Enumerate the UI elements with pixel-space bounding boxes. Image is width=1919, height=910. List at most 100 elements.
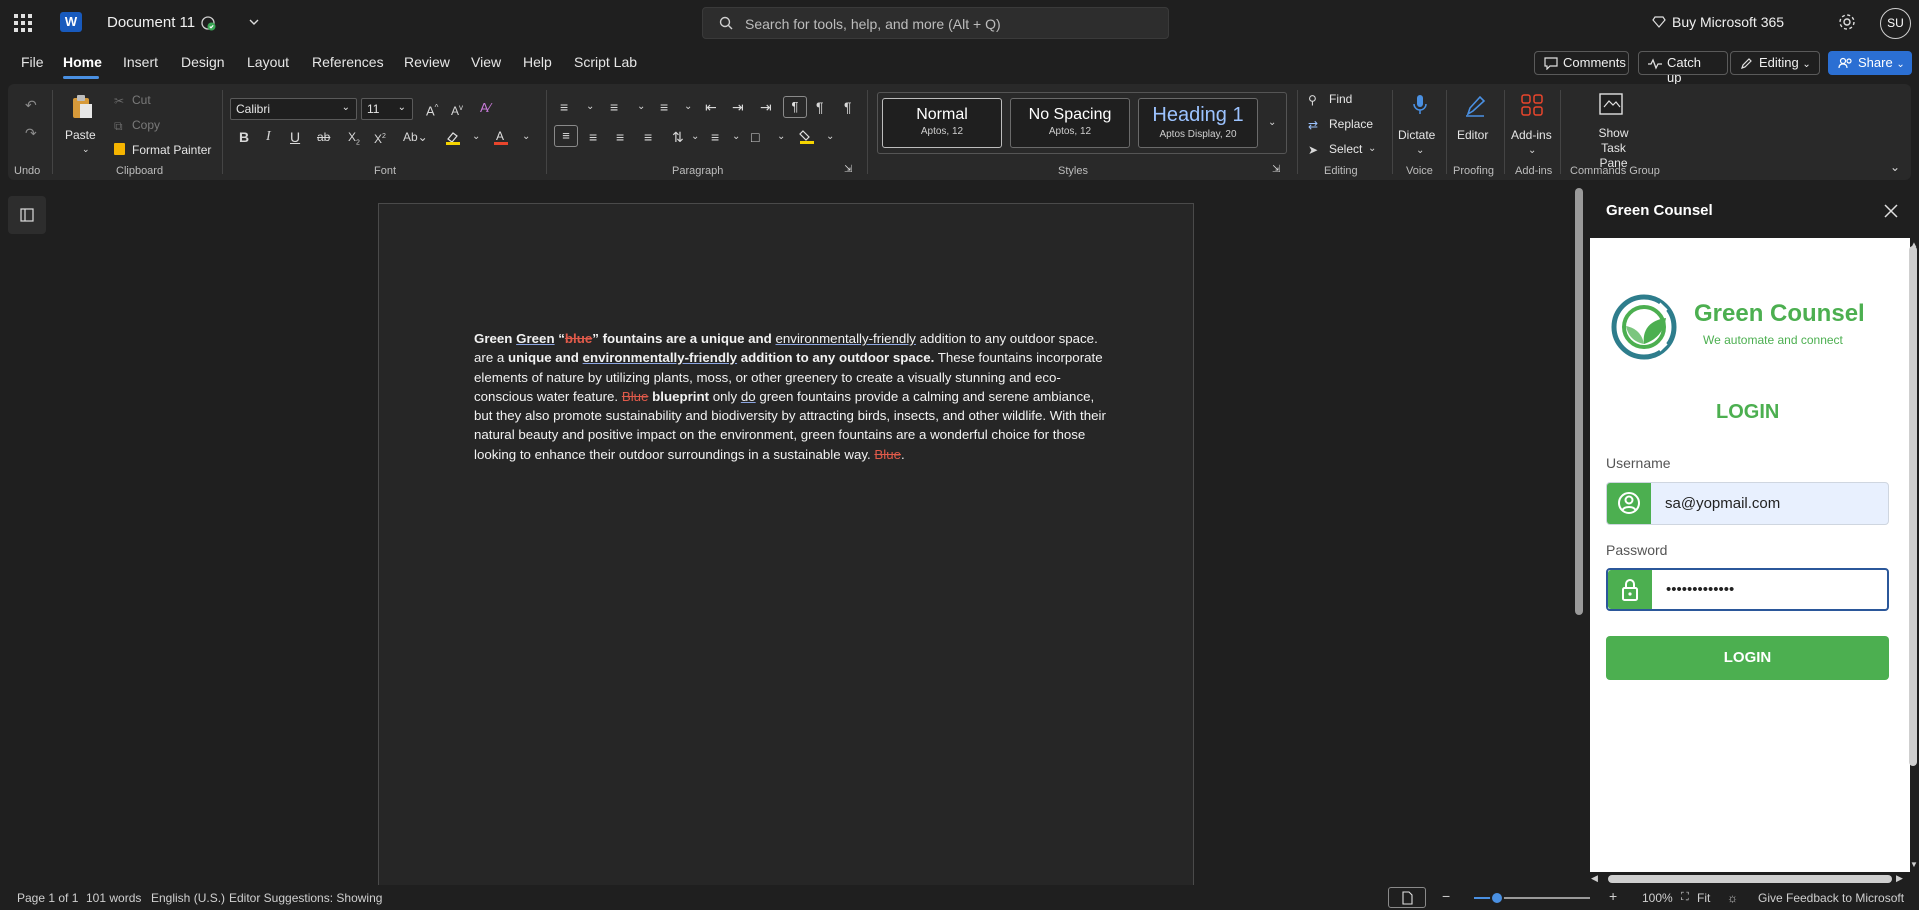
- borders-icon[interactable]: □: [751, 130, 759, 144]
- change-case-icon[interactable]: Ab⌄: [403, 130, 428, 144]
- language-status[interactable]: English (U.S.): [151, 891, 225, 905]
- highlight-icon[interactable]: [445, 131, 461, 145]
- add-ins-grid-icon[interactable]: [1521, 94, 1543, 116]
- shading-icon[interactable]: [799, 129, 815, 144]
- show-formatting-icon[interactable]: ¶: [844, 100, 852, 114]
- style-normal[interactable]: Normal Aptos, 12: [882, 98, 1002, 148]
- replace-button[interactable]: Replace: [1329, 117, 1373, 131]
- fit-button[interactable]: Fit: [1697, 891, 1710, 905]
- line-spacing-icon[interactable]: ⇅: [672, 130, 684, 144]
- zoom-out-icon[interactable]: −: [1442, 888, 1450, 904]
- tab-layout[interactable]: Layout: [247, 54, 289, 70]
- add-ins-button[interactable]: Add-ins: [1511, 128, 1552, 142]
- scroll-up-icon[interactable]: ▲: [1910, 240, 1918, 249]
- style-no-spacing[interactable]: No Spacing Aptos, 12: [1010, 98, 1130, 148]
- document-body[interactable]: Green Green “blue” fountains are a uniqu…: [474, 329, 1106, 464]
- shading-chevron-icon[interactable]: ⌄: [826, 130, 834, 144]
- superscript-icon[interactable]: X2: [374, 130, 386, 146]
- dictate-button[interactable]: Dictate: [1398, 128, 1435, 142]
- tab-view[interactable]: View: [471, 54, 501, 70]
- font-size-combo[interactable]: 11 ⌄: [361, 98, 413, 120]
- password-field[interactable]: [1606, 568, 1889, 611]
- align-right-icon[interactable]: ≡: [616, 130, 624, 144]
- share-button[interactable]: Share ⌄: [1828, 51, 1912, 75]
- undo-icon[interactable]: ↶: [25, 98, 37, 112]
- paragraph-launcher-icon[interactable]: ⇲: [844, 163, 852, 177]
- user-avatar[interactable]: SU: [1880, 8, 1911, 39]
- editing-mode-button[interactable]: Editing ⌄: [1730, 51, 1820, 75]
- align-center-icon[interactable]: ≡: [589, 130, 597, 144]
- brightness-icon[interactable]: ☼: [1727, 891, 1738, 905]
- scroll-down-icon[interactable]: ▼: [1910, 860, 1918, 869]
- tab-home[interactable]: Home: [63, 54, 102, 70]
- increase-indent-alt-icon[interactable]: ⇥: [760, 100, 772, 114]
- tab-design[interactable]: Design: [181, 54, 225, 70]
- subscript-icon[interactable]: X2: [348, 130, 360, 150]
- page-count[interactable]: Page 1 of 1: [17, 891, 78, 905]
- justify-icon[interactable]: ≡: [644, 130, 652, 144]
- word-count[interactable]: 101 words: [86, 891, 141, 905]
- paste-icon[interactable]: [70, 94, 94, 120]
- align-left-icon[interactable]: ≡: [554, 125, 578, 147]
- navigation-pane-button[interactable]: [8, 196, 46, 234]
- dictate-chevron-icon[interactable]: ⌄: [1416, 144, 1424, 158]
- zoom-level[interactable]: 100%: [1642, 891, 1673, 905]
- scroll-right-icon[interactable]: ▶: [1896, 873, 1903, 884]
- italic-icon[interactable]: I: [266, 130, 271, 144]
- search-box[interactable]: Search for tools, help, and more (Alt + …: [702, 7, 1169, 39]
- show-task-pane-icon[interactable]: [1599, 93, 1623, 115]
- give-feedback-link[interactable]: Give Feedback to Microsoft: [1758, 891, 1904, 905]
- multilevel-chevron-icon[interactable]: ⌄: [684, 100, 692, 114]
- task-pane-vertical-scrollbar[interactable]: [1909, 246, 1917, 766]
- style-heading-1[interactable]: Heading 1 Aptos Display, 20: [1138, 98, 1258, 148]
- ltr-paragraph-icon[interactable]: ¶: [783, 96, 807, 118]
- tab-insert[interactable]: Insert: [123, 54, 158, 70]
- tab-script-lab[interactable]: Script Lab: [574, 54, 637, 70]
- editor-button[interactable]: Editor: [1457, 128, 1488, 142]
- username-field[interactable]: [1606, 482, 1889, 525]
- cut-button[interactable]: Cut: [132, 93, 151, 107]
- editor-pen-icon[interactable]: [1464, 94, 1486, 118]
- settings-gear-icon[interactable]: [1838, 13, 1856, 31]
- borders-chevron-icon[interactable]: ⌄: [777, 130, 785, 144]
- document-page[interactable]: Green Green “blue” fountains are a uniqu…: [378, 203, 1194, 910]
- tab-review[interactable]: Review: [404, 54, 450, 70]
- underline-icon[interactable]: U: [290, 130, 300, 144]
- document-scrollbar[interactable]: [1575, 188, 1583, 615]
- rtl-paragraph-icon[interactable]: ¶: [816, 100, 824, 114]
- zoom-slider[interactable]: [1474, 891, 1590, 905]
- bold-icon[interactable]: B: [239, 130, 249, 144]
- bullets-chevron-icon[interactable]: ⌄: [586, 100, 594, 114]
- document-title[interactable]: Document 11: [107, 14, 195, 31]
- redo-icon[interactable]: ↷: [25, 126, 37, 140]
- styles-more-icon[interactable]: ⌄: [1268, 116, 1276, 130]
- bullets-icon[interactable]: ≡: [560, 100, 568, 114]
- font-name-combo[interactable]: Calibri ⌄: [230, 98, 357, 120]
- strikethrough-icon[interactable]: ab: [317, 130, 330, 144]
- editor-suggestions-status[interactable]: Editor Suggestions: Showing: [229, 891, 382, 905]
- line-spacing-chevron-icon[interactable]: ⌄: [691, 130, 699, 144]
- paste-chevron-icon[interactable]: ⌄: [82, 144, 90, 155]
- microphone-icon[interactable]: [1412, 94, 1428, 116]
- tab-file[interactable]: File: [21, 54, 44, 70]
- shrink-font-icon[interactable]: Av: [451, 101, 463, 118]
- font-color-icon[interactable]: A: [494, 129, 508, 145]
- highlight-chevron-icon[interactable]: ⌄: [472, 130, 480, 144]
- scroll-left-icon[interactable]: ◀: [1591, 873, 1598, 884]
- grow-font-icon[interactable]: A^: [426, 101, 438, 118]
- add-ins-chevron-icon[interactable]: ⌄: [1528, 144, 1536, 158]
- paste-button[interactable]: Paste: [65, 128, 96, 142]
- tab-references[interactable]: References: [312, 54, 384, 70]
- login-button[interactable]: LOGIN: [1606, 636, 1889, 680]
- numbering-chevron-icon[interactable]: ⌄: [637, 100, 645, 114]
- multilevel-list-icon[interactable]: ≡: [660, 100, 668, 114]
- collapse-ribbon-chevron-icon[interactable]: ⌄: [1890, 160, 1900, 174]
- numbering-icon[interactable]: ≡: [610, 100, 618, 114]
- app-launcher-icon[interactable]: [12, 12, 34, 34]
- select-chevron-icon[interactable]: ⌄: [1368, 142, 1376, 156]
- increase-indent-icon[interactable]: ⇥: [732, 100, 744, 114]
- username-input[interactable]: [1651, 483, 1888, 524]
- select-button[interactable]: Select: [1329, 142, 1362, 156]
- comments-button[interactable]: Comments: [1534, 51, 1629, 75]
- clear-formatting-icon[interactable]: A⁄: [480, 101, 491, 115]
